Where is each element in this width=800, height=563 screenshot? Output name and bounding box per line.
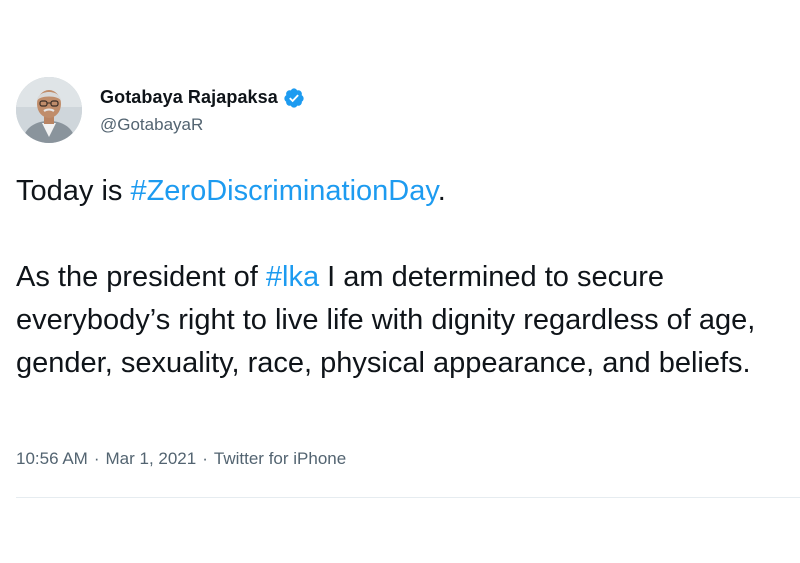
- tweet-date[interactable]: Mar 1, 2021: [106, 449, 197, 468]
- tweet-paragraph-2: As the president of #lka I am determined…: [16, 256, 791, 385]
- hashtag-zero-discrimination-day[interactable]: #ZeroDiscriminationDay: [130, 175, 437, 207]
- tweet-text: Today is #ZeroDiscriminationDay. As the …: [16, 170, 791, 385]
- text-segment: As the president of: [16, 261, 266, 293]
- name-row: Gotabaya Rajapaksa: [100, 86, 305, 110]
- tweet-card: Gotabaya Rajapaksa @GotabayaR Today is #…: [0, 0, 800, 563]
- divider: [16, 497, 800, 498]
- profile-photo-icon: [16, 77, 82, 143]
- tweet-time[interactable]: 10:56 AM: [16, 449, 88, 468]
- tweet-line-1: Today is #ZeroDiscriminationDay.: [16, 170, 791, 213]
- author-handle[interactable]: @GotabayaR: [100, 115, 305, 135]
- author-names: Gotabaya Rajapaksa @GotabayaR: [100, 86, 305, 135]
- display-name[interactable]: Gotabaya Rajapaksa: [100, 87, 278, 108]
- tweet-meta: 10:56 AM · Mar 1, 2021 · Twitter for iPhone: [16, 449, 346, 469]
- tweet-header: Gotabaya Rajapaksa @GotabayaR: [16, 77, 305, 143]
- verified-badge-icon: [283, 87, 305, 109]
- avatar[interactable]: [16, 77, 82, 143]
- tweet-source[interactable]: Twitter for iPhone: [214, 449, 346, 468]
- text-segment: .: [437, 175, 446, 207]
- hashtag-lka[interactable]: #lka: [266, 261, 319, 293]
- text-segment: Today is: [16, 175, 131, 207]
- meta-separator: ·: [93, 449, 100, 468]
- meta-separator: ·: [202, 449, 208, 468]
